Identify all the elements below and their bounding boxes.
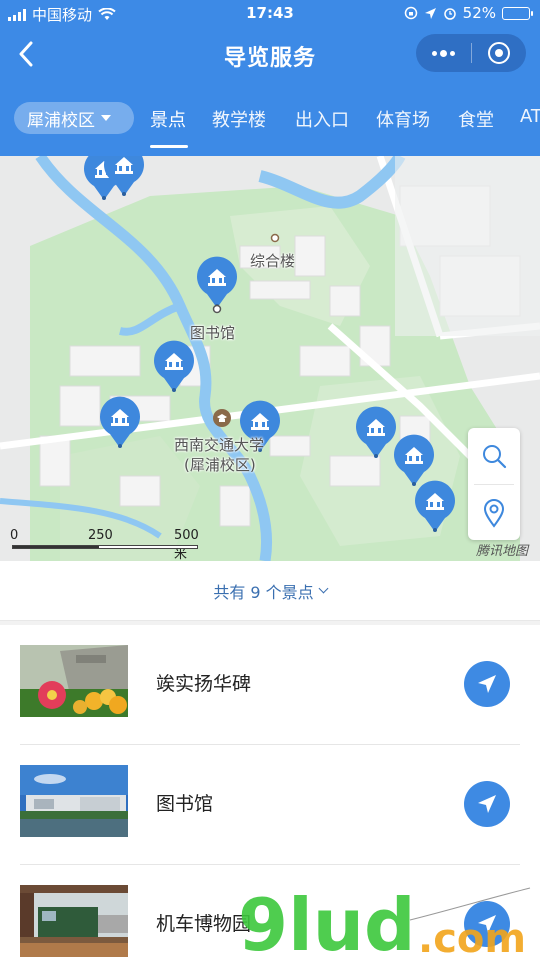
more-button[interactable] xyxy=(416,34,471,72)
battery-percent: 52% xyxy=(462,4,496,22)
poi-marker-icon xyxy=(212,304,222,314)
target-circle-icon xyxy=(487,42,510,64)
tab-entrances[interactable]: 出入口 xyxy=(295,106,349,132)
tab-teaching-buildings[interactable]: 教学楼 xyxy=(212,106,266,132)
campus-selector[interactable]: 犀浦校区 xyxy=(14,102,134,134)
map-base xyxy=(0,156,540,561)
navigate-button[interactable] xyxy=(464,781,510,827)
list-item[interactable]: 图书馆 xyxy=(0,745,540,865)
status-bar: 中国移动 17:43 52% xyxy=(0,0,540,28)
spot-name: 机车博物园 xyxy=(156,913,252,935)
spot-thumbnail xyxy=(20,885,128,957)
top-header: 中国移动 17:43 52% 导览服务 犀浦校区 景点 教学楼 出入口 体育场 … xyxy=(0,0,540,156)
search-icon xyxy=(483,445,507,469)
map-search-button[interactable] xyxy=(468,428,520,484)
list-item[interactable]: 竢实扬华碑 xyxy=(0,625,540,745)
navigate-button[interactable] xyxy=(464,901,510,947)
battery-icon xyxy=(502,6,533,20)
poi-marker-icon xyxy=(270,233,280,243)
campus-label: 犀浦校区 xyxy=(27,110,95,131)
tab-stadiums[interactable]: 体育场 xyxy=(376,106,430,132)
map-label-university: 西南交通大学 xyxy=(174,436,265,454)
navigation-arrow-icon xyxy=(478,675,496,693)
map-label-library: 图书馆 xyxy=(190,324,236,342)
alarm-icon xyxy=(443,8,456,20)
rotation-lock-icon xyxy=(404,6,417,20)
list-item[interactable]: 机车博物园 xyxy=(0,865,540,960)
location-arrow-icon xyxy=(424,7,436,19)
location-pin-icon xyxy=(483,499,505,528)
university-icon xyxy=(213,409,231,427)
close-miniprogram-button[interactable] xyxy=(472,34,527,72)
monument-with-flowers-image xyxy=(20,645,128,717)
spot-thumbnail xyxy=(20,765,128,837)
spot-thumbnail xyxy=(20,645,128,717)
caret-down-icon xyxy=(101,115,111,121)
miniprogram-capsule xyxy=(416,34,526,72)
map-scale-bar: 0 250 500 米 xyxy=(10,528,212,561)
scenic-spot-pin[interactable] xyxy=(413,480,457,534)
tab-scenic-spots[interactable]: 景点 xyxy=(150,106,186,132)
scenic-spot-pin[interactable] xyxy=(102,156,146,198)
navigation-arrow-icon xyxy=(478,795,496,813)
spot-count-toggle[interactable]: 共有 9 个景点 xyxy=(0,561,540,621)
chevron-down-icon xyxy=(318,583,329,594)
map-label-campus: (犀浦校区) xyxy=(184,456,256,474)
map-provider-logo: 腾讯地图 xyxy=(476,544,529,559)
scenic-spot-pin[interactable] xyxy=(195,256,239,310)
map-locate-button[interactable] xyxy=(468,485,520,541)
spot-count-label: 共有 9 个景点 xyxy=(213,582,314,602)
spot-name: 竢实扬华碑 xyxy=(156,673,252,695)
category-tabs: 犀浦校区 景点 教学楼 出入口 体育场 食堂 AT xyxy=(0,96,540,148)
tab-atm[interactable]: AT xyxy=(520,106,540,127)
scenic-spot-pin[interactable] xyxy=(98,396,142,450)
more-dots-icon xyxy=(431,49,455,57)
scale-label: 0 xyxy=(10,528,19,543)
map-tools xyxy=(468,428,520,540)
scenic-spot-pin[interactable] xyxy=(152,340,196,394)
navigate-button[interactable] xyxy=(464,661,510,707)
tab-canteens[interactable]: 食堂 xyxy=(458,106,494,132)
navigation-arrow-icon xyxy=(478,915,496,933)
library-building-image xyxy=(20,765,128,837)
spot-name: 图书馆 xyxy=(156,793,214,815)
map-label-building: 综合楼 xyxy=(250,252,296,270)
locomotive-image xyxy=(20,885,128,957)
scale-label: 250 xyxy=(88,528,113,543)
nav-bar: 导览服务 xyxy=(0,28,540,80)
campus-map[interactable]: 综合楼 图书馆 西南交通大学 (犀浦校区) 0 250 500 米 腾讯地图 xyxy=(0,156,540,561)
active-tab-indicator xyxy=(150,145,188,148)
